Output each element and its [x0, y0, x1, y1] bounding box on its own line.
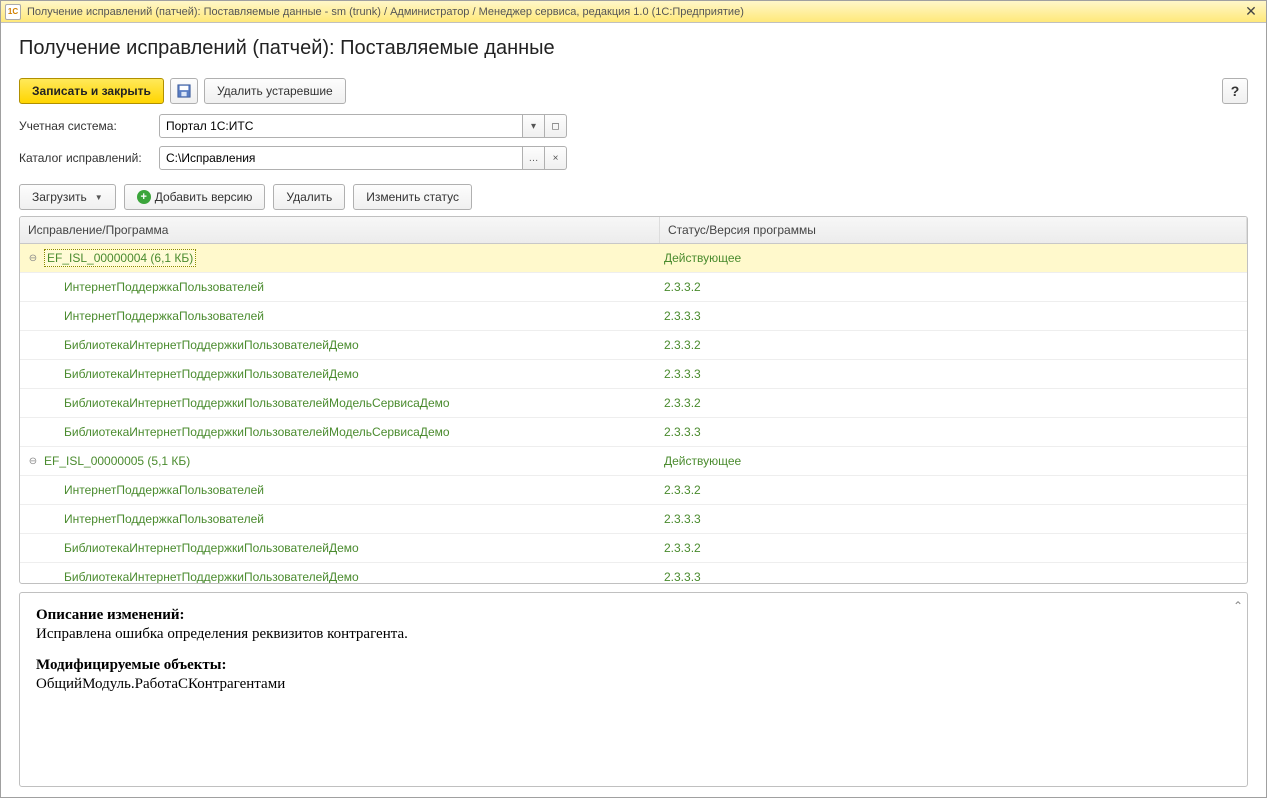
- row-label: БиблиотекаИнтернетПоддержкиПользователей…: [64, 570, 359, 583]
- table-row[interactable]: БиблиотекаИнтернетПоддержкиПользователей…: [20, 534, 1247, 563]
- row-label: ИнтернетПоддержкаПользователей: [64, 280, 264, 294]
- expander-icon[interactable]: ⊖: [26, 251, 40, 265]
- save-close-button[interactable]: Записать и закрыть: [19, 78, 164, 104]
- desc-text-changes: Исправлена ошибка определения реквизитов…: [36, 626, 1231, 643]
- row-status: 2.3.3.2: [660, 396, 1247, 410]
- app-icon: 1C: [5, 4, 21, 20]
- change-status-button[interactable]: Изменить статус: [353, 184, 472, 210]
- description-panel: ⌃ Описание изменений: Исправлена ошибка …: [19, 592, 1248, 787]
- row-status: 2.3.3.3: [660, 367, 1247, 381]
- row-label: БиблиотекаИнтернетПоддержкиПользователей…: [64, 425, 450, 439]
- row-label: БиблиотекаИнтернетПоддержкиПользователей…: [64, 338, 359, 352]
- grid-header: Исправление/Программа Статус/Версия прог…: [20, 217, 1247, 244]
- table-row[interactable]: БиблиотекаИнтернетПоддержкиПользователей…: [20, 563, 1247, 583]
- row-status: 2.3.3.2: [660, 338, 1247, 352]
- expander-icon[interactable]: ⊖: [26, 454, 40, 468]
- plus-icon: +: [137, 190, 151, 204]
- load-label: Загрузить: [32, 190, 87, 204]
- table-row[interactable]: БиблиотекаИнтернетПоддержкиПользователей…: [20, 331, 1247, 360]
- row-label: EF_ISL_00000005 (5,1 КБ): [44, 454, 190, 468]
- desc-heading-changes: Описание изменений:: [36, 607, 1231, 624]
- row-label: БиблиотекаИнтернетПоддержкиПользователей…: [64, 396, 450, 410]
- row-label: ИнтернетПоддержкаПользователей: [64, 483, 264, 497]
- row-status: 2.3.3.2: [660, 541, 1247, 555]
- row-label: ИнтернетПоддержкаПользователей: [64, 309, 264, 323]
- row-status: 2.3.3.2: [660, 280, 1247, 294]
- table-row[interactable]: ИнтернетПоддержкаПользователей 2.3.3.3: [20, 302, 1247, 331]
- desc-heading-objects: Модифицируемые объекты:: [36, 657, 1231, 674]
- table-row[interactable]: ⊖ EF_ISL_00000005 (5,1 КБ) Действующее: [20, 447, 1247, 476]
- row-label: БиблиотекаИнтернетПоддержкиПользователей…: [64, 541, 359, 555]
- save-icon: [177, 84, 191, 98]
- window-titlebar: 1C Получение исправлений (патчей): Поста…: [1, 1, 1266, 23]
- open-external-icon[interactable]: ◻: [545, 114, 567, 138]
- window-title: Получение исправлений (патчей): Поставля…: [27, 6, 1240, 18]
- add-version-button[interactable]: + Добавить версию: [124, 184, 266, 210]
- help-button[interactable]: ?: [1222, 78, 1248, 104]
- grid-body[interactable]: ⊖ EF_ISL_00000004 (6,1 КБ) Действующее Инте…: [20, 244, 1247, 583]
- row-status: 2.3.3.3: [660, 570, 1247, 583]
- desc-text-objects: ОбщийМодуль.РаботаСКонтрагентами: [36, 676, 1231, 693]
- row-label: ИнтернетПоддержкаПользователей: [64, 512, 264, 526]
- table-row[interactable]: ИнтернетПоддержкаПользователей 2.3.3.3: [20, 505, 1247, 534]
- browse-icon[interactable]: …: [523, 146, 545, 170]
- table-row[interactable]: БиблиотекаИнтернетПоддержкиПользователей…: [20, 360, 1247, 389]
- clear-icon[interactable]: ×: [545, 146, 567, 170]
- chevron-down-icon: ▼: [95, 193, 103, 202]
- account-system-input[interactable]: [159, 114, 523, 138]
- catalog-label: Каталог исправлений:: [19, 151, 151, 165]
- row-status: 2.3.3.2: [660, 483, 1247, 497]
- catalog-input[interactable]: [159, 146, 523, 170]
- account-system-label: Учетная система:: [19, 119, 151, 133]
- grid-header-col1[interactable]: Исправление/Программа: [20, 217, 660, 243]
- page-title: Получение исправлений (патчей): Поставля…: [19, 37, 1248, 60]
- row-label: БиблиотекаИнтернетПоддержкиПользователей…: [64, 367, 359, 381]
- delete-button[interactable]: Удалить: [273, 184, 345, 210]
- row-status: 2.3.3.3: [660, 512, 1247, 526]
- delete-old-button[interactable]: Удалить устаревшие: [204, 78, 346, 104]
- grid-header-col2[interactable]: Статус/Версия программы: [660, 217, 1247, 243]
- row-status: Действующее: [660, 251, 1247, 265]
- patches-grid: Исправление/Программа Статус/Версия прог…: [19, 216, 1248, 584]
- row-label: EF_ISL_00000004 (6,1 КБ): [44, 249, 196, 267]
- load-button[interactable]: Загрузить ▼: [19, 184, 116, 210]
- save-button[interactable]: [170, 78, 198, 104]
- row-status: 2.3.3.3: [660, 309, 1247, 323]
- add-version-label: Добавить версию: [155, 190, 253, 204]
- row-status: 2.3.3.3: [660, 425, 1247, 439]
- scroll-up-icon[interactable]: ⌃: [1233, 599, 1243, 613]
- table-row[interactable]: ИнтернетПоддержкаПользователей 2.3.3.2: [20, 273, 1247, 302]
- row-status: Действующее: [660, 454, 1247, 468]
- dropdown-icon[interactable]: ▾: [523, 114, 545, 138]
- close-icon[interactable]: ✕: [1240, 3, 1262, 21]
- table-row[interactable]: ⊖ EF_ISL_00000004 (6,1 КБ) Действующее: [20, 244, 1247, 273]
- table-row[interactable]: БиблиотекаИнтернетПоддержкиПользователей…: [20, 418, 1247, 447]
- table-row[interactable]: ИнтернетПоддержкаПользователей 2.3.3.2: [20, 476, 1247, 505]
- table-row[interactable]: БиблиотекаИнтернетПоддержкиПользователей…: [20, 389, 1247, 418]
